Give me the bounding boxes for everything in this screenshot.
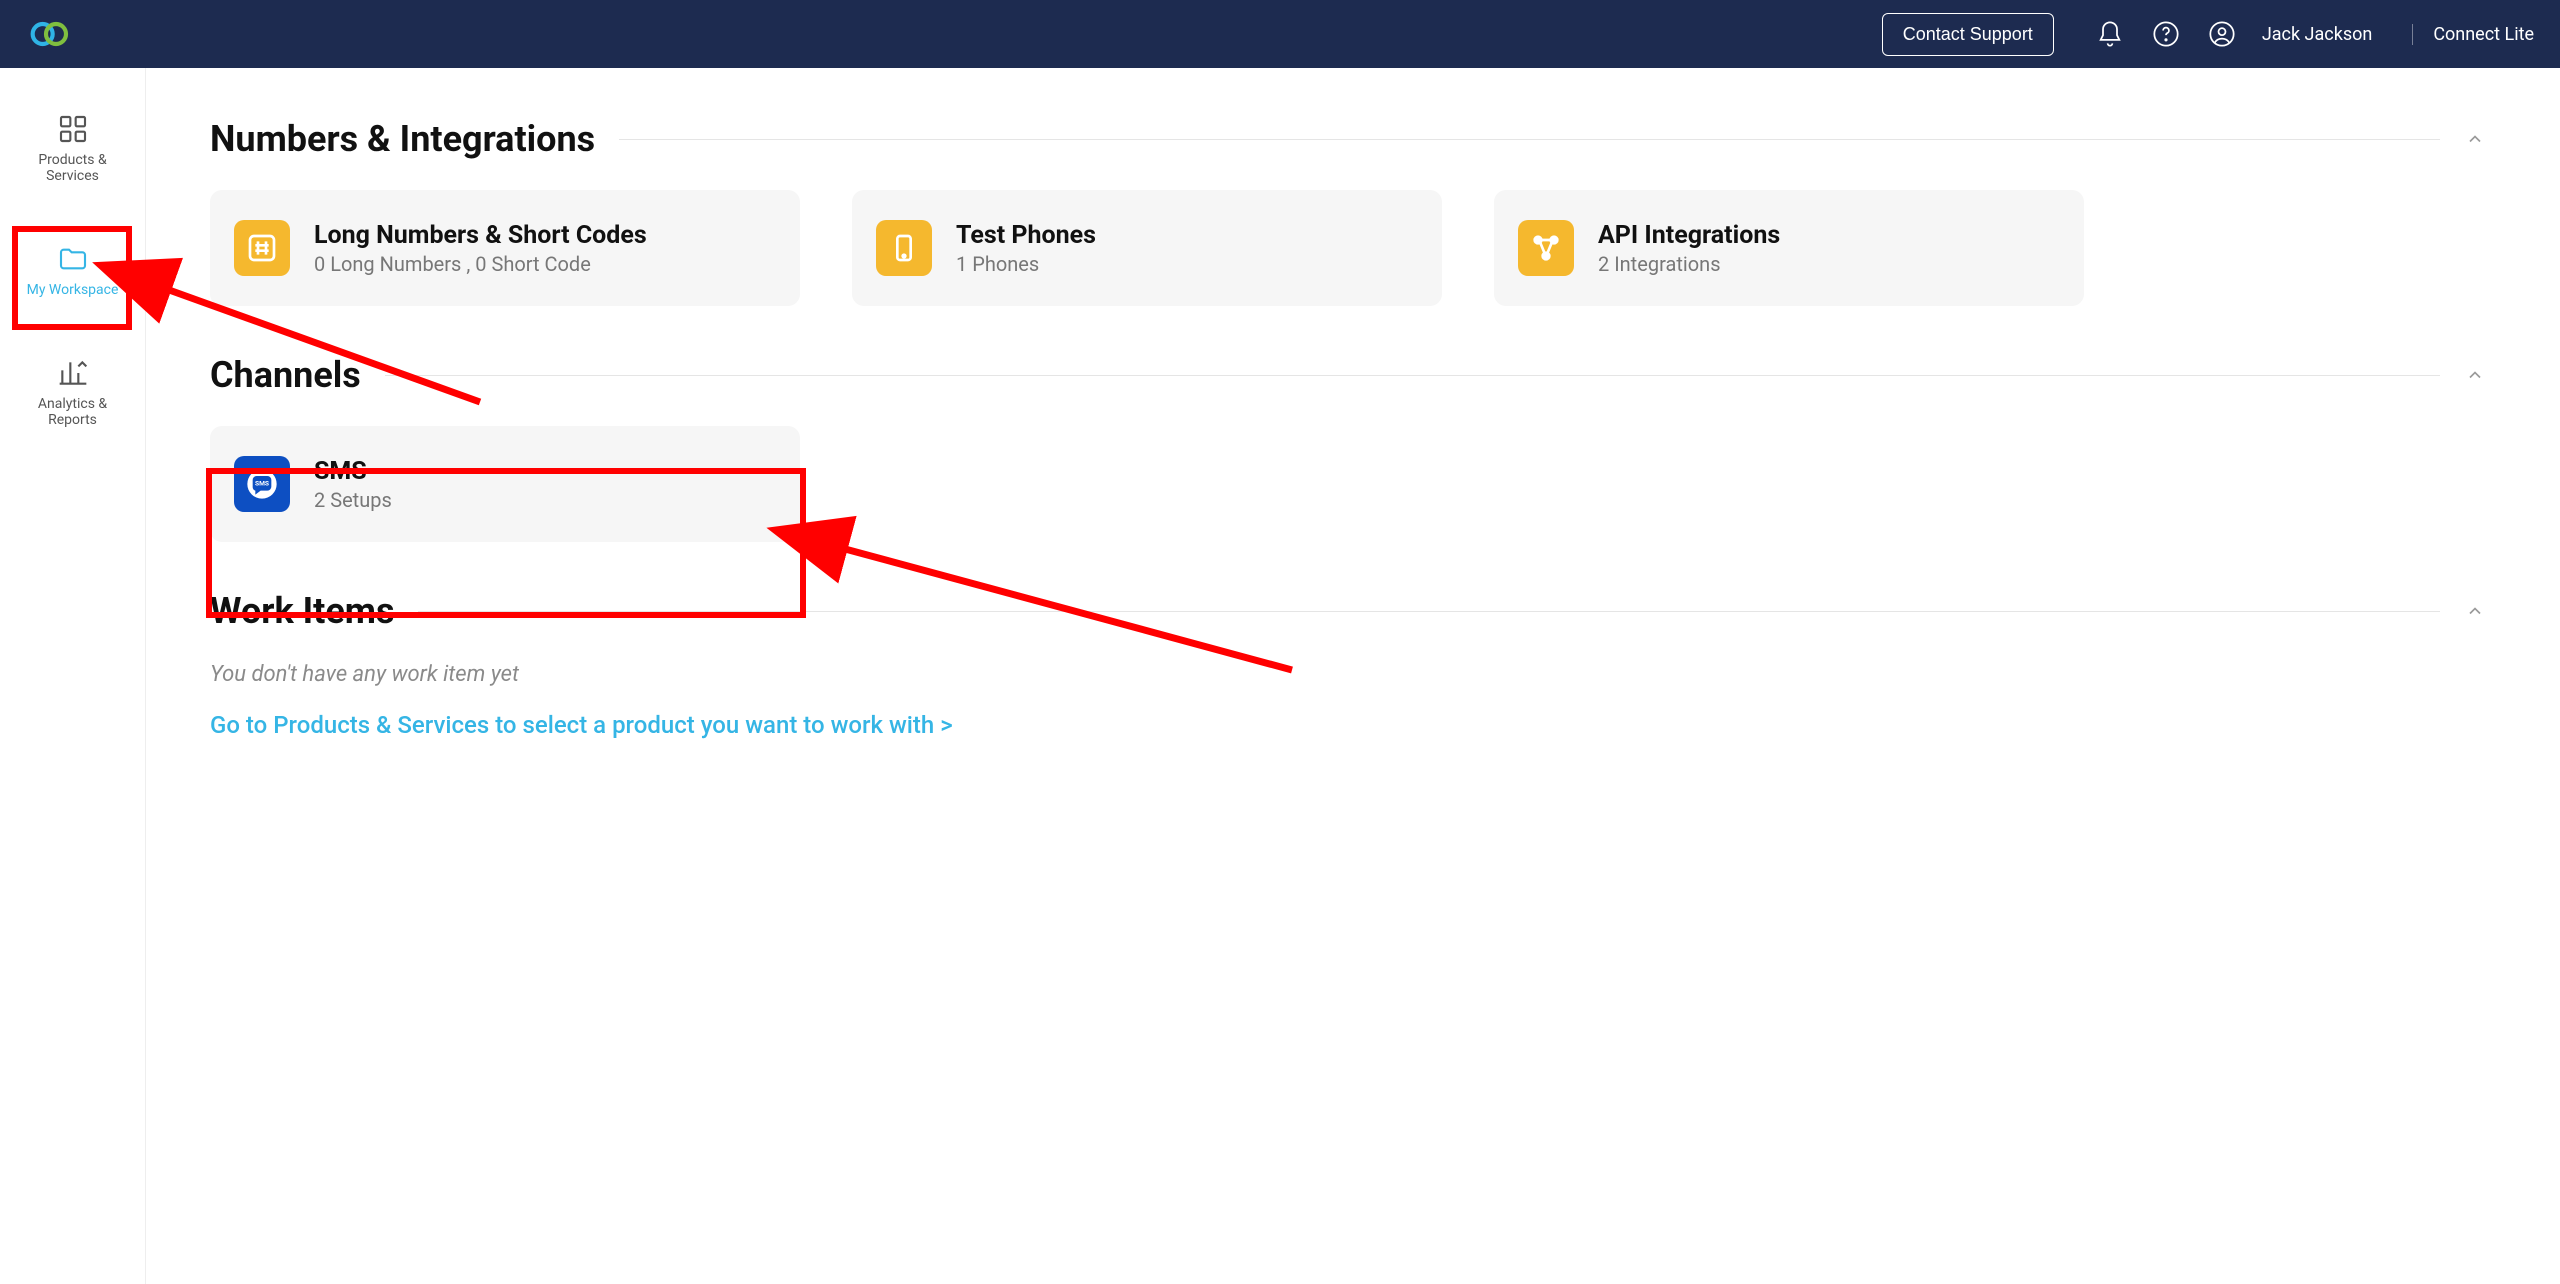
svg-text:SMS: SMS — [255, 479, 269, 487]
sidebar-item-label: My Workspace — [27, 282, 119, 298]
divider — [418, 611, 2440, 612]
card-title: Test Phones — [956, 221, 1096, 250]
phone-icon — [876, 220, 932, 276]
notifications-icon[interactable] — [2092, 16, 2128, 52]
hash-icon — [234, 220, 290, 276]
grid-icon — [56, 112, 90, 146]
card-title: Long Numbers & Short Codes — [314, 221, 647, 250]
card-long-numbers-short-codes[interactable]: Long Numbers & Short Codes 0 Long Number… — [210, 190, 800, 306]
analytics-icon — [56, 356, 90, 390]
main-content: Numbers & Integrations Long Numbers & Sh… — [146, 68, 2560, 1284]
go-to-products-link[interactable]: Go to Products & Services to select a pr… — [210, 711, 2490, 739]
empty-state-text: You don't have any work item yet — [210, 662, 2490, 687]
app-header: Contact Support Jack Jackson Connect Lit… — [0, 0, 2560, 68]
sidebar-item-products-services[interactable]: Products & Services — [14, 104, 132, 192]
chevron-up-icon[interactable] — [2460, 596, 2490, 626]
section-title: Numbers & Integrations — [210, 118, 595, 160]
help-icon[interactable] — [2148, 16, 2184, 52]
section-title: Work Items — [210, 590, 394, 632]
card-subtitle: 2 Integrations — [1598, 252, 1780, 276]
card-subtitle: 2 Setups — [314, 488, 392, 512]
card-subtitle: 1 Phones — [956, 252, 1096, 276]
plan-label[interactable]: Connect Lite — [2412, 24, 2534, 45]
chevron-up-icon[interactable] — [2460, 360, 2490, 390]
folder-icon — [56, 242, 90, 276]
card-api-integrations[interactable]: API Integrations 2 Integrations — [1494, 190, 2084, 306]
card-title: API Integrations — [1598, 221, 1780, 250]
user-name-label[interactable]: Jack Jackson — [2262, 24, 2373, 45]
sidebar-item-my-workspace[interactable]: My Workspace — [14, 234, 132, 306]
sidebar-item-label: Analytics & Reports — [14, 396, 132, 428]
section-work-items: Work Items You don't have any work item … — [210, 590, 2490, 739]
sidebar-item-label: Products & Services — [14, 152, 132, 184]
card-subtitle: 0 Long Numbers , 0 Short Code — [314, 252, 647, 276]
divider — [385, 375, 2440, 376]
divider — [619, 139, 2440, 140]
sidebar: Products & Services My Workspace Analyti… — [0, 68, 146, 1284]
user-avatar-icon[interactable] — [2204, 16, 2240, 52]
card-test-phones[interactable]: Test Phones 1 Phones — [852, 190, 1442, 306]
section-numbers-integrations: Numbers & Integrations Long Numbers & Sh… — [210, 118, 2490, 306]
chevron-up-icon[interactable] — [2460, 124, 2490, 154]
card-sms[interactable]: SMS SMS 2 Setups — [210, 426, 800, 542]
sidebar-item-analytics-reports[interactable]: Analytics & Reports — [14, 348, 132, 436]
contact-support-button[interactable]: Contact Support — [1882, 13, 2054, 56]
integration-icon — [1518, 220, 1574, 276]
card-title: SMS — [314, 457, 392, 486]
sms-icon: SMS — [234, 456, 290, 512]
section-title: Channels — [210, 354, 361, 396]
app-logo[interactable] — [26, 18, 76, 50]
section-channels: Channels SMS SMS 2 Setups — [210, 354, 2490, 542]
